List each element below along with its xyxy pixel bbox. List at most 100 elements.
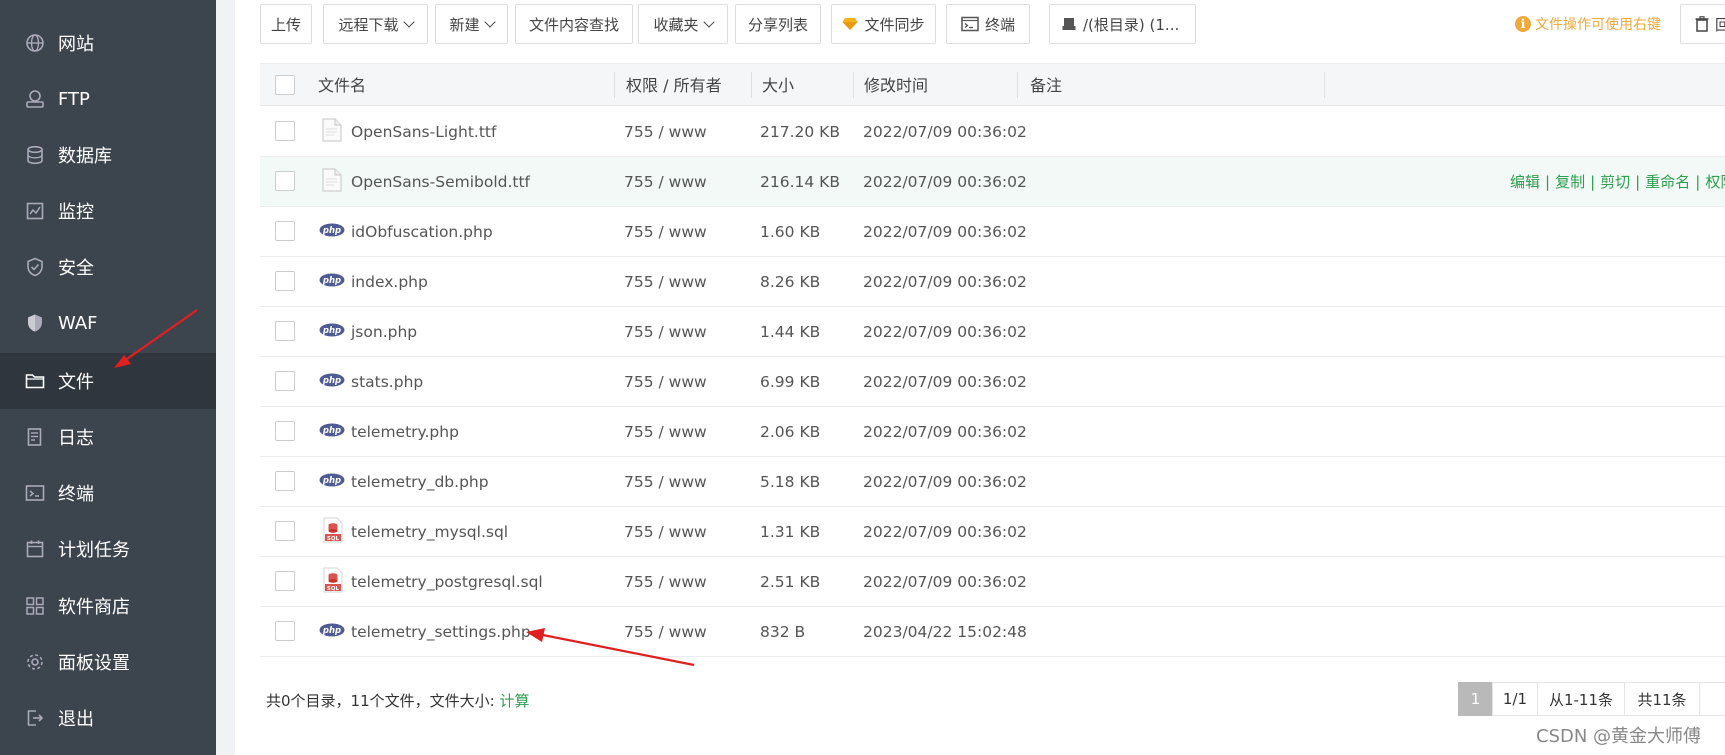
row-action-link[interactable]: 剪切 [1600,173,1630,191]
row-checkbox[interactable] [275,271,295,291]
file-name[interactable]: stats.php [351,357,423,407]
file-permission[interactable]: 755 / www [624,557,707,607]
chevron-down-icon [402,15,415,28]
select-all-checkbox[interactable] [275,75,295,95]
file-name[interactable]: telemetry_mysql.sql [351,507,508,557]
file-name[interactable]: json.php [351,307,417,357]
sidebar-item-panel-settings[interactable]: 面板设置 [0,634,216,690]
svg-text:php: php [322,326,341,336]
table-row[interactable]: SQL telemetry_postgresql.sql 755 / www 2.51… [260,557,1725,607]
sidebar-item-terminal[interactable]: 终端 [0,465,216,521]
table-row[interactable]: php json.php 755 / www 1.44 KB 2022/07/09 00… [260,307,1725,357]
table-row[interactable]: php stats.php 755 / www 6.99 KB 2022/07/09 0… [260,357,1725,407]
file-permission[interactable]: 755 / www [624,357,707,407]
path-selector[interactable]: /(根目录) (1... [1049,4,1196,44]
remote-download-button[interactable]: 远程下载 [323,4,428,44]
sidebar-item-label: 计划任务 [58,540,130,561]
new-button[interactable]: 新建 [435,4,508,44]
row-checkbox[interactable] [275,371,295,391]
sidebar-item-website[interactable]: 网站 [0,15,216,71]
row-action-link[interactable]: 重命名 [1645,173,1690,191]
header-size[interactable]: 大小 [762,64,794,107]
header-mtime[interactable]: 修改时间 [864,64,928,107]
watermark: CSDN @黄金大师傅 [1536,726,1702,747]
terminal-button[interactable]: 终端 [946,4,1030,44]
sidebar-item-database[interactable]: 数据库 [0,127,216,183]
sidebar-item-files[interactable]: 文件 [0,353,216,409]
action-separator: | [1635,173,1641,191]
file-sync-button[interactable]: 文件同步 [831,4,936,44]
sidebar-item-ftp[interactable]: FTP [0,71,216,127]
file-permission[interactable]: 755 / www [624,207,707,257]
recycle-bin-button[interactable]: 回 [1680,4,1725,44]
file-name[interactable]: index.php [351,257,428,307]
file-name[interactable]: idObfuscation.php [351,207,493,257]
row-checkbox[interactable] [275,221,295,241]
file-permission[interactable]: 755 / www [624,157,707,207]
header-note: 备注 [1030,76,1063,95]
row-checkbox[interactable] [275,321,295,341]
sidebar-item-label: 面板设置 [58,653,130,674]
content-search-button[interactable]: 文件内容查找 [515,4,633,44]
file-permission[interactable]: 755 / www [624,607,707,657]
chevron-down-icon [702,15,715,28]
page-current[interactable]: 1 [1458,682,1493,716]
sidebar-item-waf[interactable]: WAF [0,295,216,351]
sidebar-item-logout[interactable]: 退出 [0,690,216,746]
row-actions: 编辑|复制|剪切|重命名|权限|压 [1510,157,1725,207]
table-row[interactable]: SQL telemetry_mysql.sql 755 / www 1.31 KB 20… [260,507,1725,557]
file-mtime: 2022/07/09 00:36:02 [863,273,1027,291]
upload-button[interactable]: 上传 [260,4,312,44]
gear-icon [24,651,46,673]
sidebar-item-logs[interactable]: 日志 [0,409,216,465]
file-size: 6.99 KB [760,373,821,391]
sidebar-item-cron[interactable]: 计划任务 [0,521,216,577]
file-permission[interactable]: 755 / www [624,257,707,307]
sidebar-item-app-store[interactable]: 软件商店 [0,578,216,634]
sidebar-item-label: 数据库 [58,146,112,167]
file-mtime: 2022/07/09 00:36:02 [863,573,1027,591]
row-checkbox[interactable] [275,521,295,541]
file-name[interactable]: OpenSans-Light.ttf [351,107,496,157]
file-name[interactable]: telemetry_postgresql.sql [351,557,543,607]
file-permission[interactable]: 755 / www [624,507,707,557]
svg-text:php: php [322,276,341,286]
file-name[interactable]: telemetry.php [351,407,459,457]
file-manager-panel: 上传 远程下载 新建 文件内容查找 收藏夹 分享列表 文件同步 终端 /(根目录… [235,0,1725,755]
file-name[interactable]: telemetry_settings.php [351,607,531,657]
table-row[interactable]: OpenSans-Semibold.ttf 755 / www 216.14 KB 2… [260,157,1725,207]
table-row[interactable]: php index.php 755 / www 8.26 KB 2022/07/09 0… [260,257,1725,307]
table-row[interactable]: php telemetry.php 755 / www 2.06 KB 2022/07/… [260,407,1725,457]
table-row[interactable]: OpenSans-Light.ttf 755 / www 217.20 KB 2022… [260,107,1725,157]
row-checkbox[interactable] [275,621,295,641]
file-name[interactable]: telemetry_db.php [351,457,489,507]
trash-icon [1695,16,1709,32]
file-permission[interactable]: 755 / www [624,457,707,507]
header-permission[interactable]: 权限 / 所有者 [626,64,722,107]
row-checkbox[interactable] [275,121,295,141]
column-divider [1324,72,1325,98]
info-icon: i [1515,16,1531,32]
file-name[interactable]: OpenSans-Semibold.ttf [351,157,530,207]
file-permission[interactable]: 755 / www [624,107,707,157]
row-checkbox[interactable] [275,171,295,191]
file-permission[interactable]: 755 / www [624,307,707,357]
row-action-link[interactable]: 编辑 [1510,173,1540,191]
table-row[interactable]: php telemetry_db.php 755 / www 5.18 KB 2022/… [260,457,1725,507]
page-count: 共11条 [1624,682,1700,716]
row-action-link[interactable]: 权限 [1705,173,1725,191]
share-list-button[interactable]: 分享列表 [735,4,821,44]
file-permission[interactable]: 755 / www [624,407,707,457]
row-action-link[interactable]: 复制 [1555,173,1585,191]
row-checkbox[interactable] [275,471,295,491]
row-checkbox[interactable] [275,421,295,441]
calculate-size-link[interactable]: 计算 [499,692,529,710]
sidebar-item-monitor[interactable]: 监控 [0,183,216,239]
table-row[interactable]: php idObfuscation.php 755 / www 1.60 KB 2022… [260,207,1725,257]
favorites-button[interactable]: 收藏夹 [638,4,728,44]
file-mtime: 2022/07/09 00:36:02 [863,423,1027,441]
table-row[interactable]: php telemetry_settings.php 755 / www 832 B 2… [260,607,1725,657]
header-name[interactable]: 文件名 [318,64,366,107]
row-checkbox[interactable] [275,571,295,591]
sidebar-item-security[interactable]: 安全 [0,239,216,295]
